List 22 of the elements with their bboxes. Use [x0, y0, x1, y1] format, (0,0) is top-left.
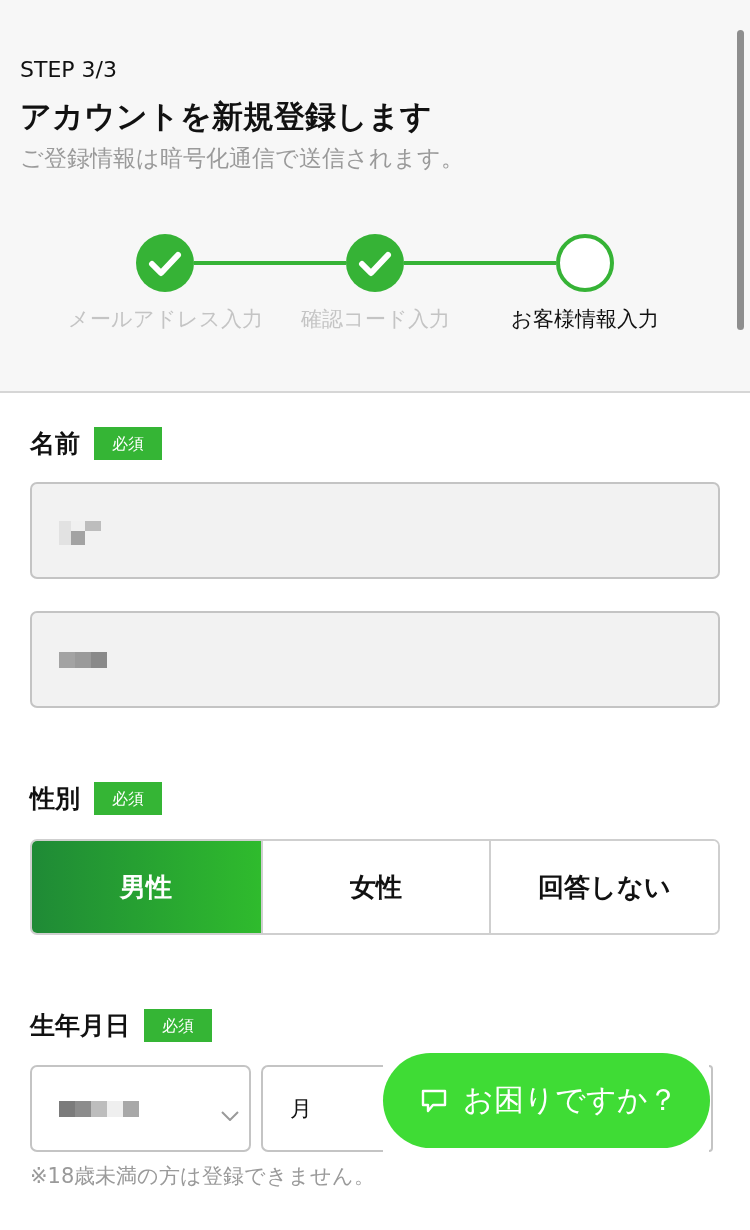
speech-bubble-icon [421, 1088, 447, 1113]
pixelated-text-icon [59, 651, 107, 668]
step-label: お客様情報入力 [511, 306, 659, 333]
text-input[interactable] [30, 482, 720, 579]
required-badge: 必須 [94, 782, 162, 815]
page-title: アカウントを新規登録します [20, 97, 432, 136]
text-input[interactable] [30, 611, 720, 708]
field-label: 性別 [30, 783, 80, 815]
pixelated-text-icon [59, 1100, 139, 1117]
step-counter: STEP 3/3 [20, 56, 117, 84]
field-label: 生年月日 [30, 1010, 130, 1042]
chevron-down-icon [221, 1110, 239, 1121]
select-value: 月 [290, 1094, 312, 1123]
scrollbar-thumb[interactable] [737, 30, 744, 330]
gender-option[interactable]: 回答しない [489, 841, 718, 933]
age-note: ※18歳未満の方は登録できません。 [30, 1163, 376, 1190]
dropdown-select[interactable] [30, 1065, 251, 1152]
subtitle-text: ご登録情報は暗号化通信で送信されます。 [20, 144, 464, 173]
required-badge: 必須 [144, 1009, 212, 1042]
dropdown-select[interactable]: 月 [261, 1065, 383, 1152]
field-label: 名前 [30, 428, 80, 460]
required-badge: 必須 [94, 427, 162, 460]
